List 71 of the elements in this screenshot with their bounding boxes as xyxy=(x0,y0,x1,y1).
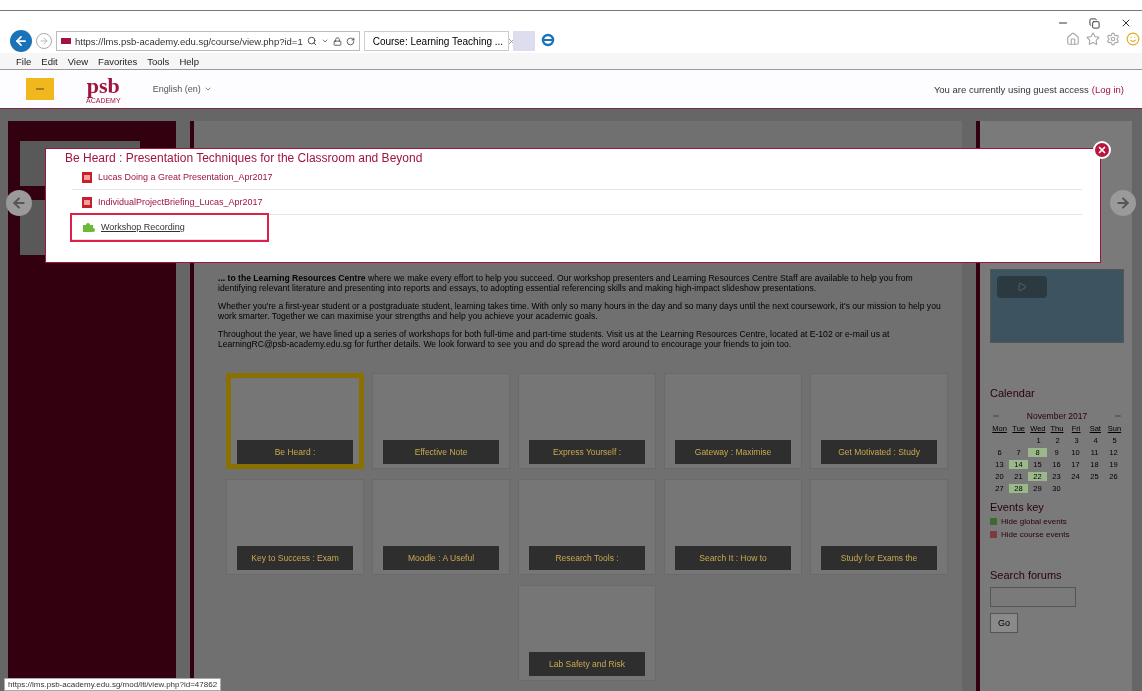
status-bar-url: https://lms.psb-academy.edu.sg/mod/lti/view.php?id=47862 xyxy=(4,678,222,691)
dropdown-caret-icon[interactable] xyxy=(320,37,329,45)
lock-icon[interactable] xyxy=(332,36,342,46)
tile-label: Gateway : Maximise xyxy=(675,440,792,464)
workshop-tile[interactable]: Express Yourself : xyxy=(518,373,657,469)
menu-item[interactable]: File xyxy=(16,55,32,67)
go-button[interactable]: Go xyxy=(990,613,1019,633)
site-favicon xyxy=(61,38,71,44)
guest-access-text: You are currently using guest access xyxy=(933,83,1089,95)
close-icon[interactable] xyxy=(1120,17,1132,29)
workshop-tile[interactable]: Research Tools : xyxy=(518,479,657,575)
tile-label: Express Yourself : xyxy=(529,440,646,464)
popup-title: Be Heard : Presentation Techniques for the Classroom and Beyond xyxy=(65,151,424,165)
resource-link[interactable]: IndividualProjectBriefing_Lucas_Apr2017 xyxy=(72,190,1082,215)
tile-label: Key to Success : Exam xyxy=(237,546,354,570)
intro-paragraph: ... to the Learning Resources Centre where we make every effort to help you succeed. Our workshop presenters and Learning Resources Centre Staff are available to help you from identifying relevant literature and presenting into reports and essays, to adopting essential referencing skills and making high-impact slideshow presentations. xyxy=(218,273,914,293)
left-arrow-icon xyxy=(11,195,27,211)
menu-button[interactable] xyxy=(26,78,54,100)
calendar-title: Calendar xyxy=(990,387,1036,399)
video-thumbnail[interactable] xyxy=(990,269,1124,343)
puzzle-icon xyxy=(82,221,95,233)
address-field[interactable]: https://lms.psb-academy.edu.sg/course/view.php?id=1 xyxy=(56,31,360,51)
close-icon xyxy=(1097,145,1107,155)
forward-button[interactable] xyxy=(36,33,52,49)
resource-link[interactable]: Lucas Doing a Great Presentation_Apr2017 xyxy=(72,165,1082,190)
workshop-tile[interactable]: Be Heard : xyxy=(226,373,365,469)
workshop-tile[interactable]: Lab Safety and Risk xyxy=(518,585,657,681)
login-link[interactable]: (Log in) xyxy=(1091,83,1124,95)
search-field[interactable] xyxy=(990,587,1077,607)
workshop-tile[interactable]: Moodle : A Useful xyxy=(372,479,511,575)
intro-paragraph: Throughout the year, we have lined up a series of workshops for both full-time and part-time students. Visit us at the Learning Resources Centre, located at E-102 or e-mail us at LearningRC@psb-academy.edu.sg for further details. We look forward to see you and do spread the word around to encourage your friends to join too. xyxy=(218,329,891,349)
tile-label: Search It : How to xyxy=(675,546,792,570)
caret-icon xyxy=(203,85,212,93)
workshop-tile[interactable]: Effective Note xyxy=(372,373,511,469)
next-month-icon[interactable] xyxy=(1114,412,1122,420)
tile-label: Research Tools : xyxy=(529,546,646,570)
play-icon[interactable] xyxy=(997,276,1048,298)
search-icon[interactable] xyxy=(306,36,317,46)
restore-icon[interactable] xyxy=(1089,18,1100,29)
menu-item[interactable]: Edit xyxy=(41,55,58,67)
logo-text: psb xyxy=(86,74,120,97)
search-forums-title: Search forums xyxy=(990,569,1063,581)
resource-link[interactable]: Workshop Recording xyxy=(72,215,267,240)
menu-item[interactable]: Tools xyxy=(147,55,170,67)
menu-item[interactable]: View xyxy=(67,55,89,67)
tile-label: Study for Exams the xyxy=(821,546,938,570)
tile-label: Be Heard : xyxy=(237,440,354,464)
right-arrow-icon xyxy=(1115,195,1131,211)
forward-arrow-icon xyxy=(39,36,49,46)
events-toggle-link[interactable]: Hide global events xyxy=(1001,517,1067,526)
menu-item[interactable]: Help xyxy=(179,55,199,67)
workshop-tile[interactable]: Gateway : Maximise xyxy=(664,373,803,469)
workshop-tile[interactable]: Get Motivated : Study xyxy=(810,373,949,469)
back-button[interactable] xyxy=(10,30,32,52)
workshop-tile[interactable]: Key to Success : Exam xyxy=(226,479,365,575)
workshop-tile[interactable]: Search It : How to xyxy=(664,479,803,575)
tile-label: Get Motivated : Study xyxy=(821,440,938,464)
pdf-icon xyxy=(82,196,92,208)
tile-label: Moodle : A Useful xyxy=(383,546,500,570)
menu-item[interactable]: Favorites xyxy=(98,55,138,67)
intro-paragraph: Whether you're a first-year student or a postgraduate student, learning takes time. With only so many hours in the day and so many days until the next coursework, it's our mission to help you work smarter. Together we can maximise your strengths and help you achieve your academic goals. xyxy=(218,301,942,321)
previous-month-icon[interactable] xyxy=(992,412,1001,420)
language-selector[interactable]: English (en) xyxy=(146,83,218,95)
month-label: November 2017 xyxy=(1026,411,1088,421)
tile-label: Effective Note xyxy=(383,440,500,464)
tile-label: Lab Safety and Risk xyxy=(529,652,646,676)
events-toggle-link[interactable]: Hide course events xyxy=(1001,530,1070,539)
workshop-tile[interactable]: Study for Exams the xyxy=(810,479,949,575)
refresh-icon[interactable] xyxy=(345,36,355,46)
events-key-title: Events key xyxy=(990,501,1045,513)
pdf-icon xyxy=(82,171,92,183)
